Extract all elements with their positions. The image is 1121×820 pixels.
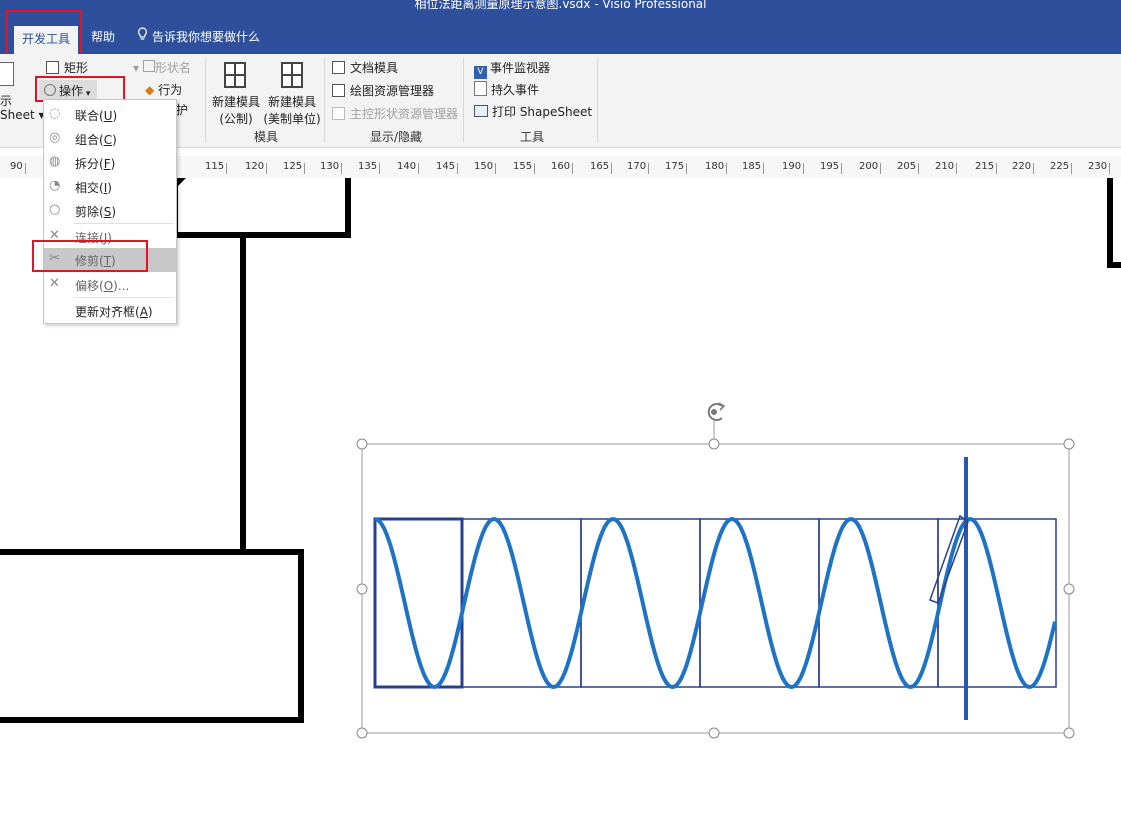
offset-icon: ✕ [49,276,60,291]
new-stencil-us-button[interactable]: 新建模具 (美制单位) [262,93,322,127]
top-frame-shape [172,178,351,238]
menu-item-intersect[interactable]: ◔ 相交(I) [44,175,176,199]
lightbulb-icon [137,20,148,54]
new-stencil-metric-button[interactable]: 新建模具 (公制) [211,93,261,127]
drawing-explorer-checkbox[interactable]: 绘图资源管理器 [332,82,434,99]
ruler-tick: 195 [820,161,843,174]
drawing-explorer-checkbox-box [332,84,345,97]
group-separator [597,58,598,142]
menu-item-label: 相交(I) [75,181,112,195]
show-hide-group-label: 显示/隐藏 [370,130,423,144]
new-stencil-us-icon [281,62,303,88]
ruler-tick: 165 [590,161,613,174]
rotate-handle-icon [707,402,726,421]
ruler-tick: 115 [205,161,228,174]
title-bar: 相位法距离测量原理示意图.vsdx - Visio Professional [0,0,1121,20]
new-stencil-metric-icon [224,62,246,88]
ruler-tick: 200 [859,161,882,174]
ribbon-tabs: 开发工具 帮助 告诉我你想要做什么 [0,20,1121,54]
ruler-tick: 190 [782,161,805,174]
print-shapesheet-button[interactable]: 打印 ShapeSheet [474,103,592,120]
ruler-tick: 120 [245,161,268,174]
menu-item-label: 拆分(F) [75,157,116,171]
ruler-tick: 220 [1012,161,1035,174]
ruler-tick: 150 [474,161,497,174]
menu-separator [74,297,174,298]
small-black-triangle [176,178,186,188]
behavior-button[interactable]: ◆ 行为 [145,81,182,98]
ruler-tick: 140 [397,161,420,174]
ruler-tick: 130 [320,161,343,174]
ruler-tick: 215 [975,161,998,174]
event-monitor-button[interactable]: V 事件监视器 [474,59,550,79]
stencil-group-label: 模具 [254,130,279,144]
event-monitor-icon: V [474,66,487,79]
ruler-tick: 225 [1050,161,1073,174]
menu-item-subtract[interactable]: ○ 剪除(S) [44,199,176,223]
menu-item-union[interactable]: ◌ 联合(U) [44,103,176,127]
menu-item-label: 偏移(O)... [75,279,130,293]
protect-button-partial[interactable]: 护 [176,101,188,118]
shape-name-button[interactable]: ▾ 形状名 [133,59,191,76]
print-icon [474,105,488,117]
ruler-tick: 180 [705,161,728,174]
annotation-box-trim [32,240,148,272]
window-title: 相位法距离测量原理示意图.vsdx - Visio Professional [414,0,707,11]
ruler-tick: 90 [10,161,26,174]
ruler-tick: 160 [551,161,574,174]
group-separator [463,58,464,142]
ruler-tick: 175 [665,161,688,174]
persistent-events-icon [474,81,487,96]
menu-item-label: 联合(U) [75,109,118,123]
tell-me-search[interactable]: 告诉我你想要做什么 [137,20,260,54]
chevron-down-icon: ▾ [133,61,140,75]
rectangle-checkbox-box [46,61,59,74]
rectangle-checkbox[interactable]: 矩形 [46,59,88,76]
ruler-tick: 125 [283,161,306,174]
menu-item-offset[interactable]: ✕ 偏移(O)... [44,273,176,297]
tools-group-label: 工具 [520,130,545,144]
menu-item-combine[interactable]: ◎ 组合(C) [44,127,176,151]
ruler-tick: 205 [897,161,920,174]
selection-frame [361,421,1070,734]
persistent-events-button[interactable]: 持久事件 [474,81,539,98]
ruler-tick: 170 [627,161,650,174]
ruler-tick: 210 [935,161,958,174]
menu-item-label: 更新对齐框(A) [75,305,153,319]
group-separator [205,58,206,142]
behavior-icon: ◆ [145,83,155,97]
annotation-box-developer-tab [6,10,82,56]
sine-wave [374,516,1057,690]
ruler-tick: 135 [358,161,381,174]
subtract-icon: ○ [49,202,61,217]
tell-me-label: 告诉我你想要做什么 [152,30,261,44]
shapesheet-partial-label[interactable]: Sheet ▾ [0,108,45,122]
master-explorer-checkbox-box [332,107,345,120]
document-stencil-checkbox[interactable]: 文档模具 [332,59,398,76]
menu-item-label: 剪除(S) [75,205,116,219]
operations-menu: ◌ 联合(U) ◎ 组合(C) ◍ 拆分(F) ◔ 相交(I) ○ 剪除(S) ✕ 连接(J) ✂ 修剪(… [43,99,177,324]
ruler-tick: 155 [513,161,536,174]
menu-item-update-alignment-box[interactable]: 更新对齐框(A) [44,299,176,323]
fragment-icon: ◍ [49,154,61,169]
tab-help[interactable]: 帮助 [91,20,115,54]
shape-name-icon [142,60,155,72]
right-frame-shape [1107,178,1121,268]
show-shapesheet-partial[interactable]: 示 [0,92,12,109]
ruler-tick: 145 [436,161,459,174]
menu-item-label: 组合(C) [75,133,117,147]
combine-icon: ◎ [49,130,61,145]
ruler-tick: 230 [1088,161,1111,174]
menu-item-fragment[interactable]: ◍ 拆分(F) [44,151,176,175]
master-explorer-checkbox[interactable]: 主控形状资源管理器 [332,105,458,122]
ruler-tick: 185 [742,161,765,174]
union-icon: ◌ [49,106,61,121]
document-stencil-checkbox-box [332,61,345,74]
lower-left-box [0,549,304,723]
shapesheet-icon [0,62,14,86]
group-separator [324,58,325,142]
intersect-icon: ◔ [49,178,61,193]
menu-separator [74,223,174,224]
